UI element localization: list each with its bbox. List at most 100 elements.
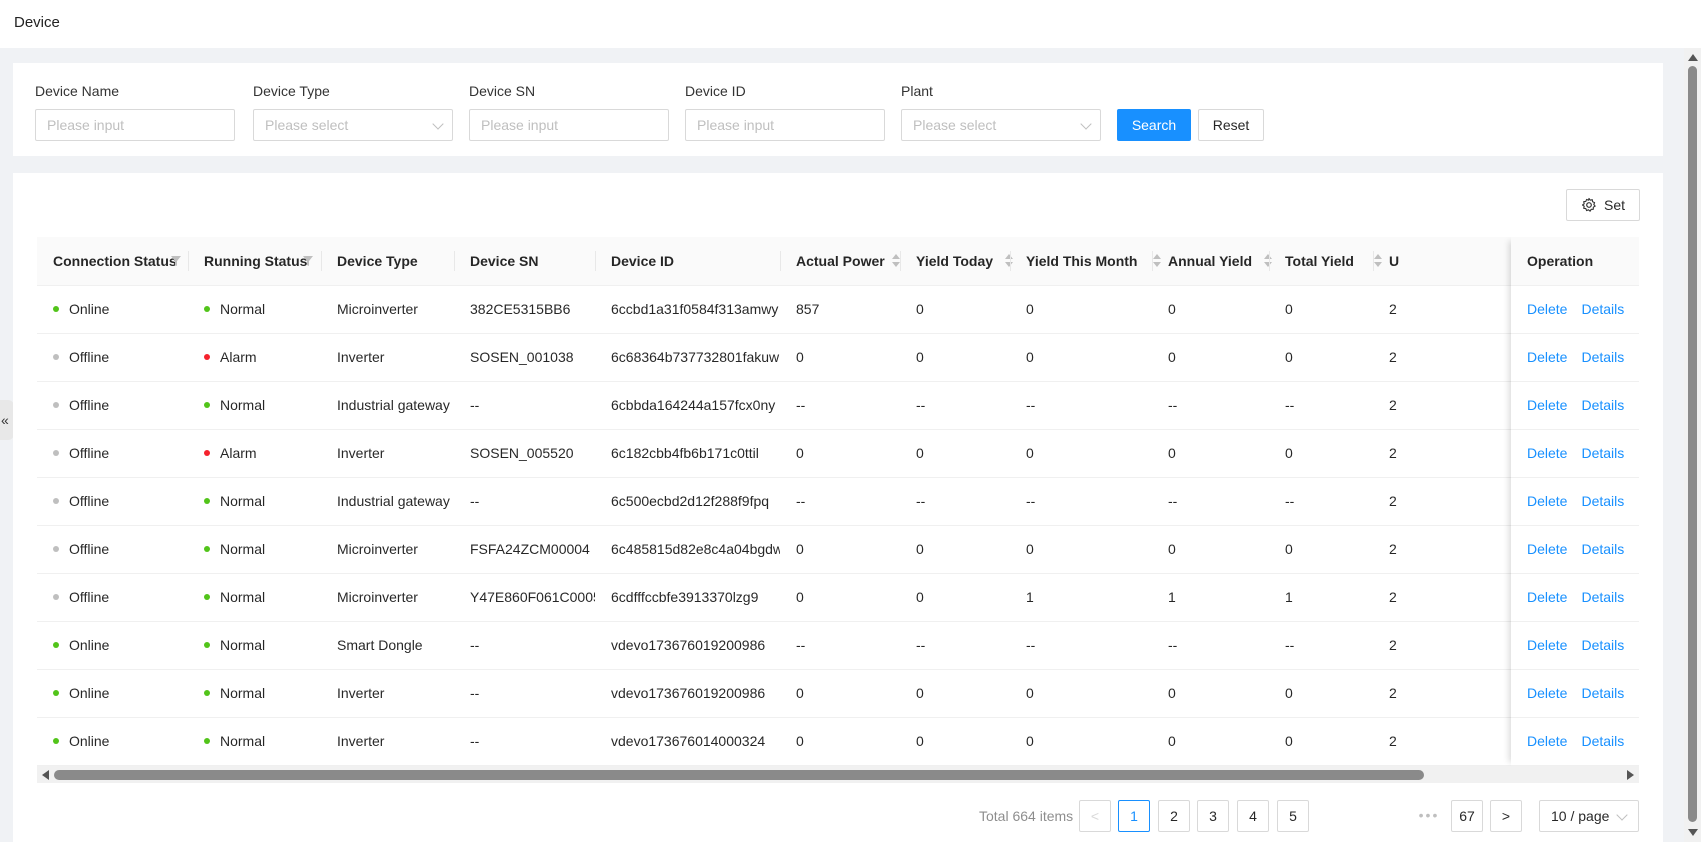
cell-sn: -- [470,733,480,749]
scroll-left-icon[interactable] [42,770,49,780]
status-dot [204,498,210,505]
page-button-4[interactable]: 4 [1237,800,1269,832]
scroll-down-icon[interactable] [1688,829,1698,836]
device-table: Connection Status Running Status Device Ty… [37,237,1639,766]
sort-icon[interactable] [892,253,901,269]
details-link[interactable]: Details [1581,445,1624,461]
pagination-ellipsis[interactable]: ••• [1413,800,1445,832]
cell-power: 0 [796,685,804,701]
delete-link[interactable]: Delete [1527,349,1567,365]
details-link[interactable]: Details [1581,637,1624,653]
delete-link[interactable]: Delete [1527,445,1567,461]
status-dot [53,642,59,649]
connection-status: Online [37,670,188,717]
cell-id: vdevo173676019200986 [611,685,766,701]
cell-sn: SOSEN_001038 [470,349,574,365]
sidebar-collapse-toggle[interactable]: « [0,400,14,440]
delete-link[interactable]: Delete [1527,541,1567,557]
details-link[interactable]: Details [1581,541,1624,557]
running-status: Normal [188,622,321,669]
device-id-input[interactable]: Please input [685,109,885,141]
table-row: Online Normal Inverter -- vdevo1736760192009… [37,670,1639,718]
scrollbar-thumb[interactable] [54,770,1424,780]
status-text: Normal [220,637,266,653]
status-text: Offline [69,493,110,509]
delete-link[interactable]: Delete [1527,589,1567,605]
next-page-button[interactable]: > [1490,800,1522,832]
set-columns-button[interactable]: Set [1566,189,1640,221]
cell-type: Industrial gateway [337,493,450,509]
device-type-select[interactable]: Please select [253,109,453,141]
running-status: Alarm [188,430,321,477]
filter-icon[interactable] [303,256,313,266]
cell-annual: 0 [1168,445,1176,461]
reset-button[interactable]: Reset [1198,109,1264,141]
cell-today: 0 [916,349,924,365]
device-name-input[interactable]: Please input [35,109,235,141]
page-button-3[interactable]: 3 [1197,800,1229,832]
delete-link[interactable]: Delete [1527,493,1567,509]
details-link[interactable]: Details [1581,733,1624,749]
vertical-scrollbar[interactable] [1684,48,1701,842]
running-status: Normal [188,526,321,573]
select-placeholder: Please select [265,117,349,133]
page-button-last[interactable]: 67 [1451,800,1483,832]
delete-link[interactable]: Delete [1527,685,1567,701]
cell-u: 2 [1389,541,1397,557]
scrollbar-thumb[interactable] [1688,66,1697,822]
cell-u: 2 [1389,301,1397,317]
details-link[interactable]: Details [1581,349,1624,365]
plant-select[interactable]: Please select [901,109,1101,141]
cell-id: 6c500ecbd2d12f288f9fpq [611,493,770,509]
status-text: Normal [220,493,266,509]
page-button-5[interactable]: 5 [1277,800,1309,832]
column-header-actual-power[interactable]: Actual Power [780,237,900,285]
delete-link[interactable]: Delete [1527,397,1567,413]
delete-link[interactable]: Delete [1527,301,1567,317]
cell-today: 0 [916,733,924,749]
cell-annual: 0 [1168,541,1176,557]
cell-month: 0 [1026,733,1034,749]
table-row: Offline Normal Industrial gateway -- 6cbbda1… [37,382,1639,430]
cell-u: 2 [1389,637,1397,653]
cell-type: Inverter [337,685,385,701]
status-dot [204,402,210,409]
cell-today: 0 [916,301,924,317]
column-header-yield-this-month[interactable]: Yield This Month [1010,237,1152,285]
delete-link[interactable]: Delete [1527,637,1567,653]
page-size-select[interactable]: 10 / page [1539,800,1639,832]
scroll-right-icon[interactable] [1627,770,1634,780]
details-link[interactable]: Details [1581,685,1624,701]
table-row: Offline Alarm Inverter SOSEN_001038 6c68364b… [37,334,1639,382]
filter-icon[interactable] [171,256,181,266]
status-text: Offline [69,541,110,557]
chevron-down-icon [432,118,444,130]
horizontal-scrollbar[interactable] [37,766,1639,783]
filter-label: Device Name [35,83,120,99]
details-link[interactable]: Details [1581,301,1624,317]
column-header-annual-yield[interactable]: Annual Yield [1152,237,1269,285]
operation-cell: Delete Details [1511,430,1639,478]
operation-cell: Delete Details [1511,526,1639,574]
scroll-up-icon[interactable] [1688,54,1698,61]
column-header-device-sn: Device SN [470,253,539,269]
cell-total: -- [1285,397,1295,413]
column-header-yield-today[interactable]: Yield Today [900,237,1010,285]
operation-cell: Delete Details [1511,382,1639,430]
page-button-2[interactable]: 2 [1158,800,1190,832]
details-link[interactable]: Details [1581,397,1624,413]
prev-page-button[interactable]: < [1079,800,1111,832]
details-link[interactable]: Details [1581,589,1624,605]
cell-u: 2 [1389,349,1397,365]
status-dot [204,642,210,649]
delete-link[interactable]: Delete [1527,733,1567,749]
column-divider [595,251,596,271]
cell-month: 0 [1026,301,1034,317]
cell-month: -- [1026,493,1036,509]
device-sn-input[interactable]: Please input [469,109,669,141]
status-dot [204,738,210,745]
column-header-total-yield[interactable]: Total Yield [1269,237,1373,285]
details-link[interactable]: Details [1581,493,1624,509]
search-button[interactable]: Search [1117,109,1191,141]
page-button-1[interactable]: 1 [1118,800,1150,832]
